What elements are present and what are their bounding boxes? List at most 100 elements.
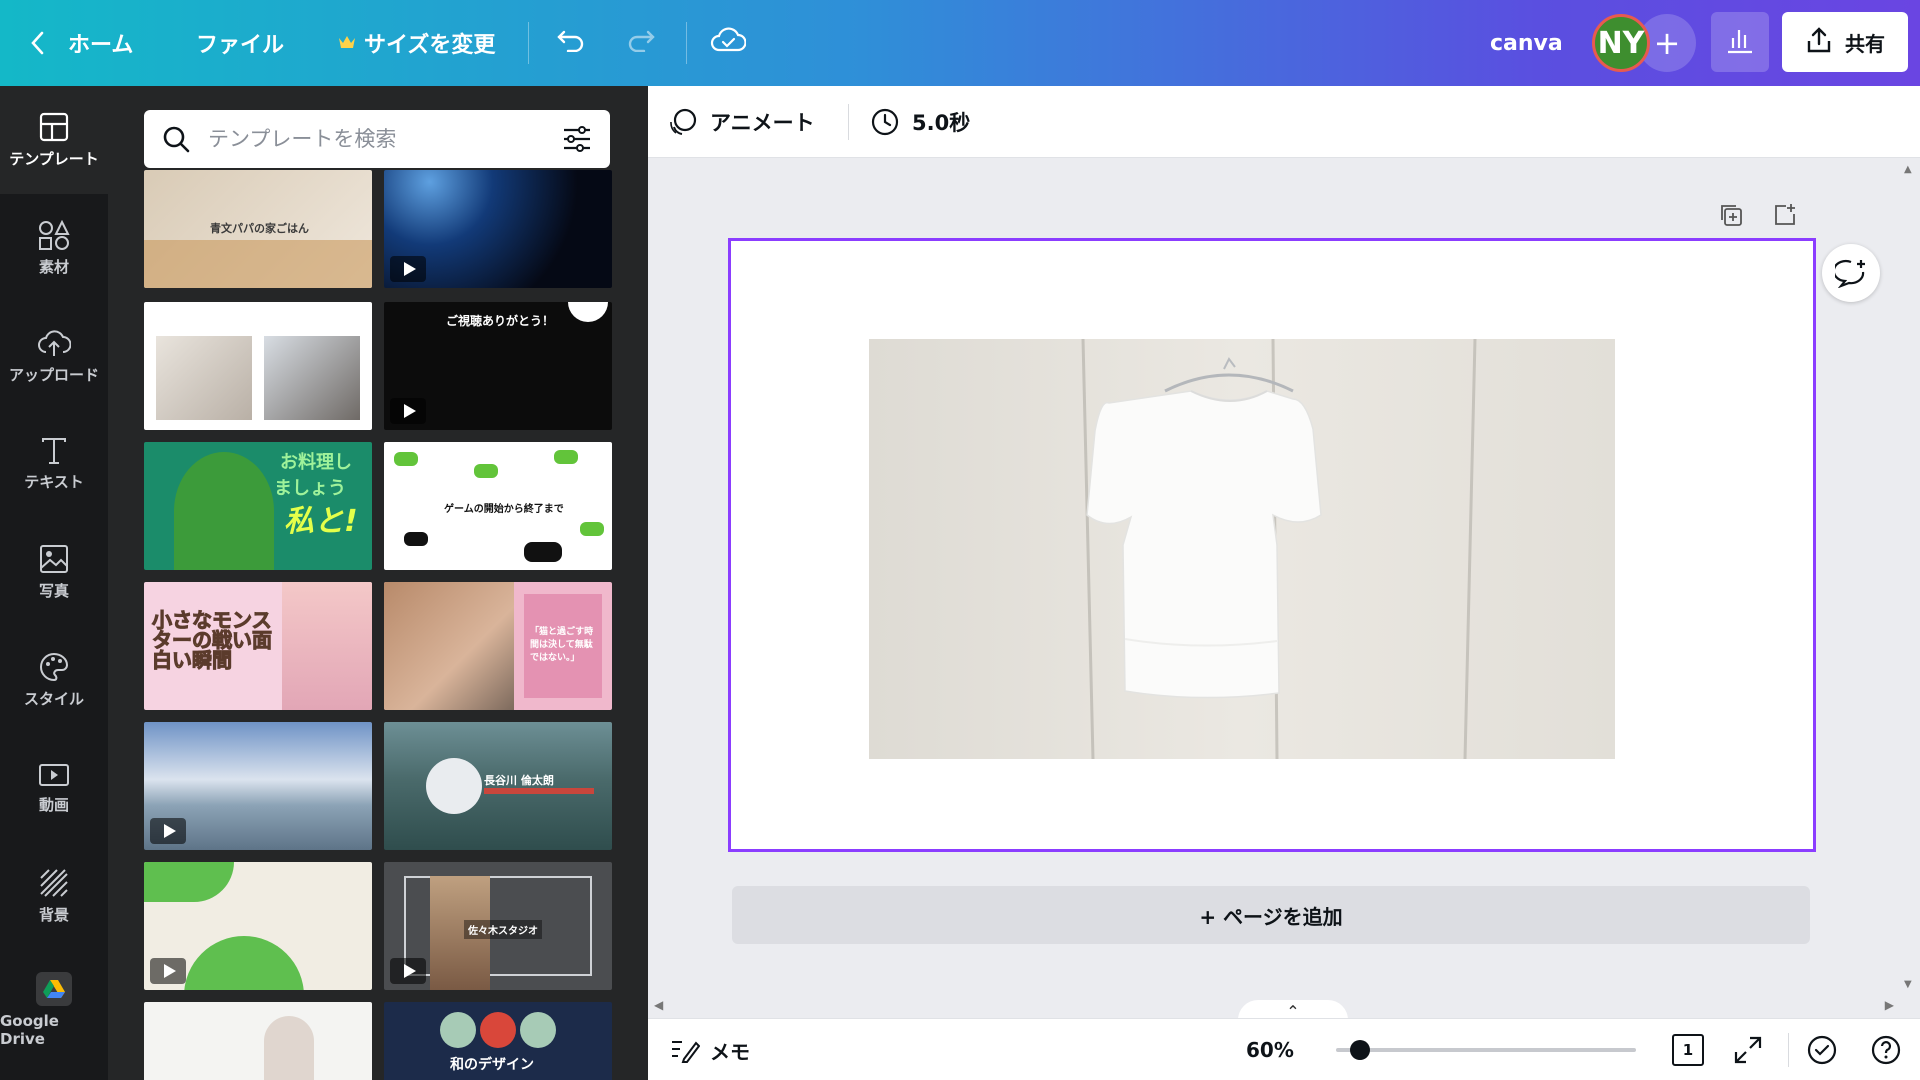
template-thumbnail[interactable] (144, 1002, 372, 1080)
template-thumbnail[interactable]: 小さなモンスターの戦い面白い瞬間 (144, 582, 372, 710)
rail-item-google-drive[interactable]: Google Drive (0, 950, 108, 1070)
gamepad-icon (580, 522, 604, 536)
canvas-area: + ページを追加 (648, 158, 1900, 996)
scroll-left-icon[interactable]: ◀ (654, 998, 663, 1012)
rail-item-uploads[interactable]: アップロード (0, 302, 108, 410)
clock-icon (871, 108, 899, 136)
bottom-bar: メモ 60% 1 (648, 1018, 1920, 1080)
template-search[interactable] (144, 110, 610, 168)
thumb-shape (184, 936, 304, 990)
thumb-shape (480, 1012, 516, 1048)
thumb-shape (144, 862, 234, 902)
file-menu[interactable]: ファイル (196, 0, 284, 86)
thumb-shape (144, 240, 372, 288)
save-status-button[interactable] (710, 0, 747, 86)
play-icon (150, 818, 186, 844)
template-thumbnail[interactable] (144, 302, 372, 430)
scroll-up-icon[interactable]: ▲ (1904, 164, 1912, 175)
template-thumbnail[interactable]: 長谷川 倫太朗 (384, 722, 612, 850)
resize-label: サイズを変更 (364, 33, 496, 58)
home-button[interactable]: ホーム (30, 0, 133, 86)
template-thumbnail[interactable]: お料理し ましょう 私と! (144, 442, 372, 570)
thumb-title: 小さなモンスターの戦い面白い瞬間 (152, 608, 273, 672)
thumb-title: 佐々木スタジオ (464, 920, 542, 939)
resize-button[interactable]: サイズを変更 (338, 0, 495, 86)
gamepad-icon (524, 542, 562, 562)
duration-button[interactable]: 5.0秒 (870, 86, 970, 158)
zoom-value[interactable]: 60% (1246, 1019, 1294, 1080)
help-button[interactable] (1870, 1019, 1902, 1080)
template-thumbnail[interactable]: ご視聴ありがとう！ (384, 302, 612, 430)
insights-button[interactable] (1711, 12, 1769, 72)
zoom-slider-track[interactable] (1336, 1048, 1636, 1052)
left-rail: テンプレート 素材 アップロード テキスト 写真 スタイル 動画 背景 Goog… (0, 86, 108, 1080)
page-count-button[interactable]: 1 (1672, 1019, 1704, 1080)
home-label: ホーム (68, 33, 134, 58)
animate-button[interactable]: アニメート (668, 86, 815, 158)
duration-label: 5.0秒 (912, 111, 971, 135)
rail-item-photos[interactable]: 写真 (0, 518, 108, 626)
template-thumbnail[interactable]: 青文パパの家ごはん (144, 170, 372, 288)
thumb-photo (264, 336, 360, 420)
tshirt-photo[interactable] (869, 339, 1615, 759)
templates-panel: 青文パパの家ごはん ご視聴ありがとう！ お料理し ましょう 私と! ゲームの開始… (108, 86, 648, 1080)
template-thumbnail[interactable]: 和のデザイン (384, 1002, 612, 1080)
template-thumbnail[interactable]: 佐々木スタジオ (384, 862, 612, 990)
thumb-title: ご視聴ありがとう！ (446, 314, 555, 328)
elements-icon (39, 219, 70, 250)
notes-button[interactable]: メモ (670, 1019, 750, 1080)
animate-icon (670, 108, 697, 135)
text-icon (42, 437, 66, 464)
rail-item-text[interactable]: テキスト (0, 410, 108, 518)
check-status-button[interactable] (1806, 1019, 1838, 1080)
vertical-scrollbar[interactable]: ▲ ▼ (1900, 158, 1920, 996)
rail-item-label: 写真 (38, 581, 69, 600)
template-thumbnail[interactable] (144, 862, 372, 990)
template-thumbnail[interactable] (144, 722, 372, 850)
google-drive-icon (36, 972, 72, 1006)
thumb-title: 私と! (284, 504, 358, 539)
add-page-icon-button[interactable] (1770, 200, 1800, 230)
gamepad-icon (404, 532, 428, 546)
bar-chart-icon (1725, 26, 1755, 58)
share-button[interactable]: 共有 (1782, 12, 1908, 72)
template-thumbnail[interactable] (384, 170, 612, 288)
rail-item-label: テンプレート (9, 149, 99, 168)
add-comment-button[interactable] (1822, 244, 1880, 302)
add-page-button[interactable]: + ページを追加 (732, 886, 1810, 944)
redo-button[interactable] (626, 0, 656, 86)
rail-item-elements[interactable]: 素材 (0, 194, 108, 302)
rail-item-templates[interactable]: テンプレート (0, 86, 108, 194)
background-icon (40, 868, 68, 897)
photo-icon (40, 544, 68, 573)
filter-sliders-icon[interactable] (562, 125, 592, 153)
divider (528, 22, 529, 64)
design-page[interactable] (728, 238, 1816, 852)
scroll-right-icon[interactable]: ▶ (1885, 998, 1894, 1012)
search-input[interactable] (208, 127, 544, 151)
duplicate-page-button[interactable] (1716, 200, 1746, 230)
plus-icon: + (1653, 24, 1681, 62)
thumb-title: ゲームの開始から終了まで (444, 504, 564, 515)
help-icon (1871, 1035, 1901, 1065)
avatar[interactable]: NY (1592, 14, 1650, 72)
template-thumbnail[interactable]: 「猫と過ごす時間は決して無駄ではない。」 (384, 582, 612, 710)
divider (686, 22, 687, 64)
zoom-slider-handle[interactable] (1350, 1040, 1370, 1060)
gamepad-icon (474, 464, 498, 478)
rail-item-styles[interactable]: スタイル (0, 626, 108, 734)
animate-label: アニメート (710, 111, 815, 135)
rail-item-videos[interactable]: 動画 (0, 734, 108, 842)
thumb-shape (568, 302, 608, 322)
rail-item-label: 背景 (38, 905, 69, 924)
thumb-title: 和のデザイン (450, 1057, 534, 1073)
notes-label: メモ (710, 1039, 750, 1064)
play-icon (150, 958, 186, 984)
template-thumbnail[interactable]: ゲームの開始から終了まで (384, 442, 612, 570)
rail-item-background[interactable]: 背景 (0, 842, 108, 950)
thumb-photo (264, 1016, 314, 1080)
scroll-down-icon[interactable]: ▼ (1904, 979, 1912, 990)
fullscreen-button[interactable] (1734, 1019, 1762, 1080)
thumb-shape (484, 788, 594, 794)
undo-button[interactable] (556, 0, 586, 86)
